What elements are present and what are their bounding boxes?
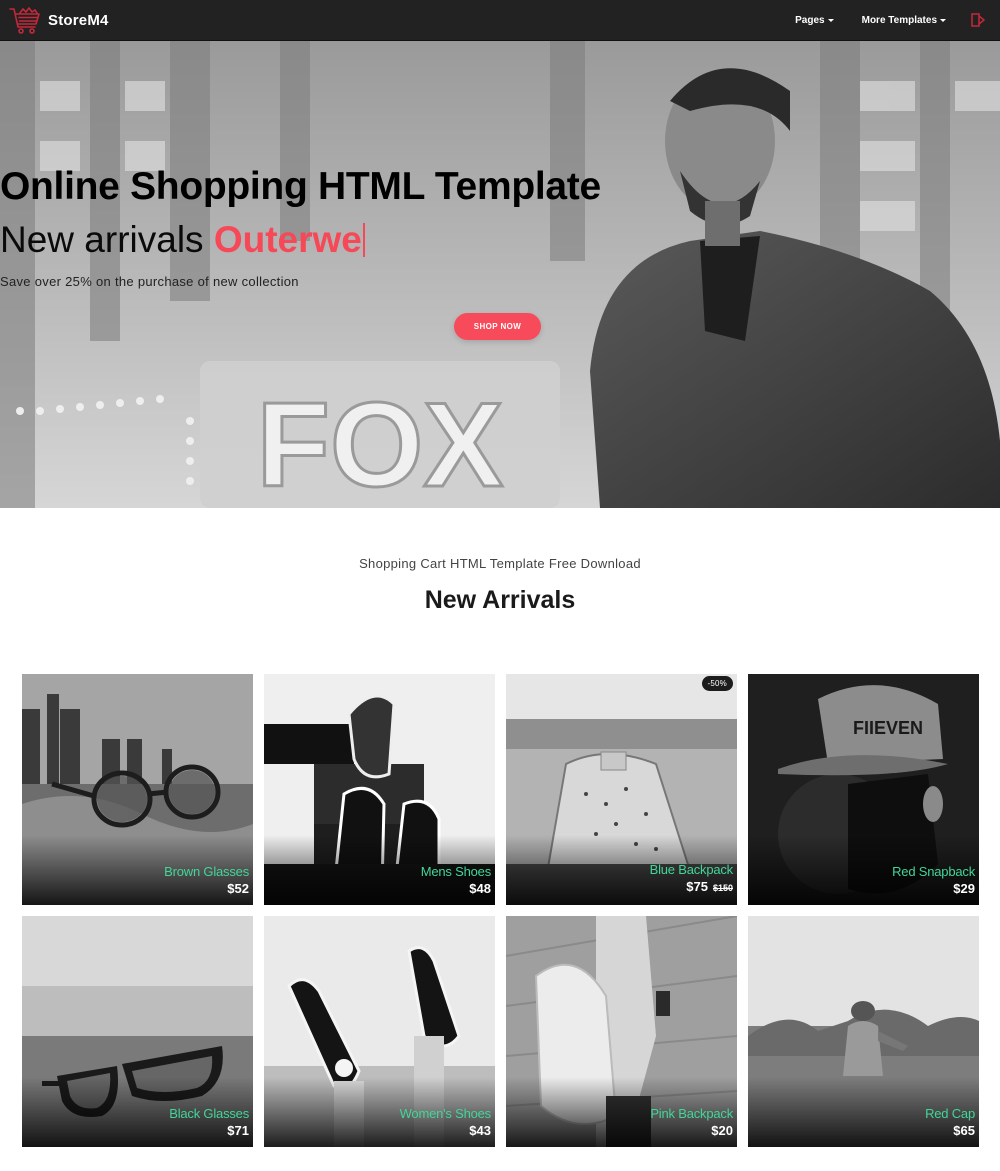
product-price: $48 <box>421 880 491 897</box>
section-title: New Arrivals <box>424 586 576 614</box>
product-card[interactable]: Red Cap $65 <box>748 916 979 1147</box>
current-price: $43 <box>469 1123 491 1138</box>
current-price: $65 <box>953 1123 975 1138</box>
product-grid: Brown Glasses $52 Mens Shoes $48 -50% Bl… <box>22 674 979 1147</box>
product-name: Blue Backpack <box>649 862 734 877</box>
product-price: $20 <box>650 1122 733 1139</box>
product-info: Mens Shoes $48 <box>421 864 491 897</box>
product-info: Red Snapback $29 <box>892 864 975 897</box>
product-info: Blue Backpack $75 $150 <box>649 862 734 897</box>
current-price: $29 <box>953 881 975 896</box>
caret-down-icon <box>827 19 834 22</box>
hero-subtitle-prefix: New arrivals <box>0 219 214 260</box>
section-kicker: Shopping Cart HTML Template Free Downloa… <box>359 556 641 571</box>
current-price: $75 <box>686 879 708 894</box>
product-price: $43 <box>400 1122 491 1139</box>
nav-more-templates-dropdown[interactable]: More Templates <box>862 15 946 26</box>
product-price: $75 $150 <box>650 878 733 897</box>
product-info: Women's Shoes $43 <box>399 1106 492 1139</box>
product-info: Brown Glasses $52 <box>164 864 249 897</box>
shopping-cart-icon <box>9 7 40 34</box>
product-name: Red Snapback <box>892 864 975 879</box>
caret-down-icon <box>940 19 946 22</box>
product-name: Black Glasses <box>169 1106 249 1121</box>
current-price: $71 <box>227 1123 249 1138</box>
current-price: $48 <box>469 881 491 896</box>
svg-text:FIIEVEN: FIIEVEN <box>853 718 923 738</box>
nav-pages-label: Pages <box>795 14 825 26</box>
sign-out-icon[interactable] <box>970 12 986 28</box>
product-name: Red Cap <box>925 1106 975 1121</box>
product-card[interactable]: Mens Shoes $48 <box>264 674 495 905</box>
product-card[interactable]: Women's Shoes $43 <box>264 916 495 1147</box>
hero-description: Save over 25% on the purchase of new col… <box>0 274 299 289</box>
svg-text:FOX: FOX <box>257 378 504 508</box>
current-price: $20 <box>711 1123 733 1138</box>
product-price: $29 <box>892 880 975 897</box>
nav-pages-dropdown[interactable]: Pages <box>795 14 834 26</box>
product-info: Black Glasses $71 <box>169 1106 249 1139</box>
product-name: Pink Backpack <box>650 1106 733 1121</box>
product-name: Brown Glasses <box>164 864 249 879</box>
product-price: $52 <box>164 880 249 897</box>
nav-more-templates-label: More Templates <box>861 14 937 26</box>
product-name: Women's Shoes <box>399 1106 492 1121</box>
typing-cursor <box>362 223 365 257</box>
navbar: StoreM4 Pages More Templates <box>0 0 1000 41</box>
brand-link[interactable]: StoreM4 <box>8 5 109 35</box>
product-info: Pink Backpack $20 <box>650 1106 733 1139</box>
product-info: Red Cap $65 <box>925 1106 975 1139</box>
product-card[interactable]: Black Glasses $71 <box>22 916 253 1147</box>
product-card[interactable]: Pink Backpack $20 <box>506 916 737 1147</box>
hero-title: Online Shopping HTML Template <box>0 165 601 208</box>
shop-now-button[interactable]: SHOP NOW <box>454 313 541 340</box>
current-price: $52 <box>227 881 249 896</box>
hero-subtitle: New arrivals Outerwe <box>0 219 1000 261</box>
product-card[interactable]: Brown Glasses $52 <box>22 674 253 905</box>
product-card[interactable]: -50% Blue Backpack $75 $150 <box>506 674 737 905</box>
brand-name: StoreM4 <box>48 11 109 29</box>
discount-badge: -50% <box>701 676 733 691</box>
hero-banner: FOX Online Shopping HTML Template New ar… <box>0 41 1000 508</box>
product-price: $71 <box>169 1122 249 1139</box>
hero-subtitle-accent: Outerwe <box>213 219 362 260</box>
product-name: Mens Shoes <box>420 864 491 879</box>
original-price: $150 <box>712 883 733 893</box>
product-price: $65 <box>925 1122 975 1139</box>
product-card[interactable]: FIIEVEN Red Snapback $29 <box>748 674 979 905</box>
